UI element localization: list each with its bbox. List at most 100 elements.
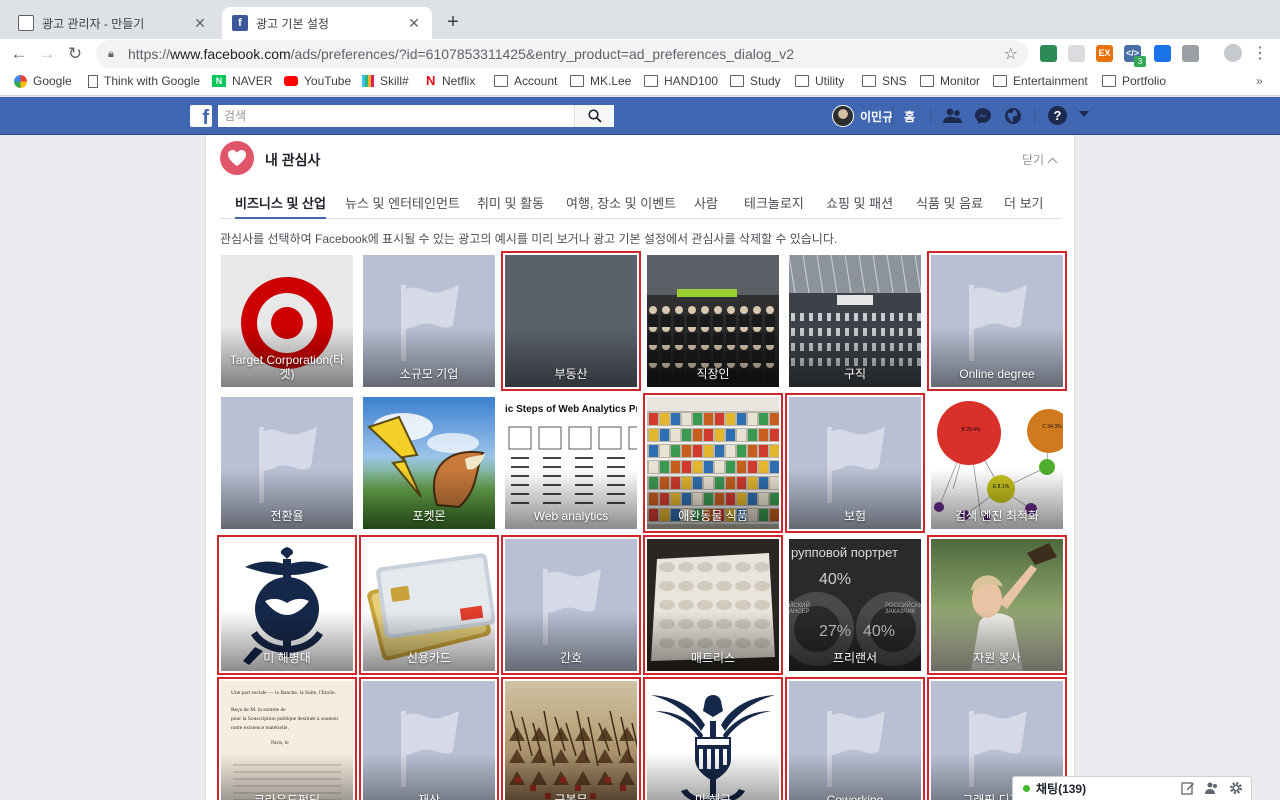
bookmark-sns[interactable]: SNS: [862, 74, 907, 88]
heart-icon: [220, 141, 254, 175]
interest-tile[interactable]: 소규모 기업: [363, 255, 495, 387]
interest-tile[interactable]: 미 해병대: [217, 535, 357, 675]
tab-technology[interactable]: 테크놀로지: [744, 193, 804, 212]
bookmark-monitor[interactable]: Monitor: [920, 74, 980, 88]
extension-icon[interactable]: [1068, 45, 1085, 62]
bookmark-google[interactable]: Google: [14, 74, 72, 88]
interest-tile-label: Online degree: [959, 367, 1035, 381]
create-group-icon[interactable]: [1205, 781, 1219, 795]
interest-tile[interactable]: 부동산: [501, 251, 641, 391]
tab-news-entertainment[interactable]: 뉴스 및 엔터테인먼트: [345, 193, 460, 212]
interest-tile[interactable]: 애완동물 식품: [643, 393, 783, 533]
interest-tile[interactable]: 포켓몬: [363, 397, 495, 529]
tab-ad-preferences[interactable]: f 광고 기본 설정 ✕: [222, 7, 432, 39]
interest-tile[interactable]: ic Steps of Web Analytics Proce Web analy…: [505, 397, 637, 529]
messenger-icon[interactable]: [973, 106, 993, 126]
url-host: www.facebook.com: [170, 46, 291, 62]
freelancer-heading: рупповой портрет: [791, 545, 898, 560]
tab-business-industry[interactable]: 비즈니스 및 산업: [235, 193, 326, 219]
bookmark-youtube[interactable]: YouTube: [284, 74, 351, 88]
camera-icon[interactable]: [1182, 45, 1199, 62]
bookmark-skill[interactable]: Skill#: [362, 74, 409, 88]
interest-tile-label: 군복무: [554, 793, 588, 800]
facebook-header: f 이민규 홈 ?: [0, 97, 1280, 135]
interest-tile[interactable]: 군복무: [501, 677, 641, 800]
chat-bar[interactable]: 채팅(139): [1012, 776, 1252, 800]
account-menu-caret-icon[interactable]: [1079, 111, 1089, 117]
search-input[interactable]: [218, 105, 574, 127]
interest-tile[interactable]: 신용카드: [359, 535, 499, 675]
notifications-globe-icon[interactable]: [1003, 106, 1023, 126]
chevron-up-icon: [1047, 157, 1058, 168]
interest-tile[interactable]: Une part sociale — la Banche, la Suite, …: [217, 677, 357, 800]
interest-tile[interactable]: Online degree: [927, 251, 1067, 391]
tab-ads-manager[interactable]: 광고 관리자 - 만들기 ✕: [8, 7, 218, 39]
interest-tile[interactable]: 간호: [501, 535, 641, 675]
bookmark-hand100[interactable]: HAND100: [644, 74, 718, 88]
interest-tile[interactable]: 구직: [789, 255, 921, 387]
tab-title: 광고 관리자 - 만들기: [42, 16, 145, 31]
folder-icon: [494, 75, 508, 87]
interest-tile[interactable]: 자원 봉사: [927, 535, 1067, 675]
interest-tile[interactable]: 재산: [359, 677, 499, 800]
profile-avatar-icon[interactable]: [1224, 44, 1242, 62]
online-status-dot: [1023, 785, 1030, 792]
close-icon[interactable]: ✕: [192, 15, 208, 32]
facebook-logo-icon[interactable]: f: [190, 105, 212, 127]
bookmark-account[interactable]: Account: [494, 74, 557, 88]
bookmarks-overflow-chevron-icon[interactable]: »: [1256, 74, 1263, 88]
folder-icon: [644, 75, 658, 87]
tab-people[interactable]: 사람: [694, 193, 718, 212]
more-vert-icon[interactable]: ⋮: [1252, 43, 1268, 63]
page-icon: [88, 74, 98, 88]
interest-tile[interactable]: 매트리스: [643, 535, 783, 675]
close-icon[interactable]: ✕: [406, 15, 422, 32]
interest-tile[interactable]: B 28.4%C 34.3%E 8.1%검색 엔진 최적화: [931, 397, 1063, 529]
compose-icon[interactable]: [1181, 781, 1195, 795]
interest-tile-label: 프리랜서: [832, 651, 878, 665]
new-tab-plus-icon[interactable]: +: [441, 11, 465, 34]
reload-icon[interactable]: ↻: [64, 43, 86, 65]
interest-tile-label: 크라우드펀딩: [253, 793, 321, 800]
bookmark-study[interactable]: Study: [730, 74, 781, 88]
bookmark-naver[interactable]: N NAVER: [212, 74, 272, 88]
friend-requests-icon[interactable]: [943, 106, 963, 126]
interest-tile[interactable]: рупповой портрет40%27%40%ЙСКИЙ АНСЕРРОСС…: [789, 539, 921, 671]
bookmark-netflix[interactable]: N Netflix: [426, 74, 475, 88]
extension-ex-icon[interactable]: EX: [1096, 45, 1113, 62]
search-button[interactable]: [574, 105, 614, 127]
divider: [892, 107, 893, 125]
profile-link[interactable]: 이민규: [832, 105, 893, 127]
bookmark-star-icon[interactable]: ☆: [1004, 44, 1018, 64]
folder-icon: [920, 75, 934, 87]
bookmark-entertainment[interactable]: Entertainment: [993, 74, 1088, 88]
back-arrow-icon[interactable]: ←: [8, 43, 30, 65]
tab-food-drink[interactable]: 식품 및 음료: [916, 193, 983, 212]
interest-tile[interactable]: 전환율: [221, 397, 353, 529]
address-bar[interactable]: 🔒︎ https://www.facebook.com/ads/preferen…: [96, 40, 1028, 68]
interest-tile[interactable]: 보험: [785, 393, 925, 533]
interests-description: 관심사를 선택하여 Facebook에 표시될 수 있는 광고의 예시를 미리 …: [220, 232, 838, 246]
bookmark-utility[interactable]: Utility: [795, 74, 844, 88]
collapse-button[interactable]: 닫기: [1022, 151, 1058, 168]
folder-icon: [862, 75, 876, 87]
extension-icon[interactable]: [1040, 45, 1057, 62]
bookmark-think-with-google[interactable]: Think with Google: [88, 74, 200, 88]
tab-hobbies-activities[interactable]: 취미 및 활동: [477, 193, 544, 212]
naver-icon: N: [212, 75, 226, 87]
help-icon[interactable]: ?: [1048, 106, 1067, 125]
home-link[interactable]: 홈: [904, 108, 915, 125]
tab-more[interactable]: 더 보기: [1004, 193, 1044, 212]
interest-tile[interactable]: 직장인: [647, 255, 779, 387]
interest-tile[interactable]: 미 해군: [643, 677, 783, 800]
tab-shopping-fashion[interactable]: 쇼핑 및 패션: [826, 193, 893, 212]
interest-tile[interactable]: Target Corporation(타겟): [221, 255, 353, 387]
tab-travel-places-events[interactable]: 여행, 장소 및 이벤트: [566, 193, 676, 212]
extension-icon[interactable]: [1154, 45, 1171, 62]
bookmark-mk-lee[interactable]: MK.Lee: [570, 74, 631, 88]
extension-badge: 3: [1134, 56, 1146, 67]
bookmark-portfolio[interactable]: Portfolio: [1102, 74, 1166, 88]
forward-arrow-icon[interactable]: →: [36, 43, 58, 65]
interest-tile[interactable]: Coworking: [785, 677, 925, 800]
settings-gear-icon[interactable]: [1229, 781, 1243, 795]
